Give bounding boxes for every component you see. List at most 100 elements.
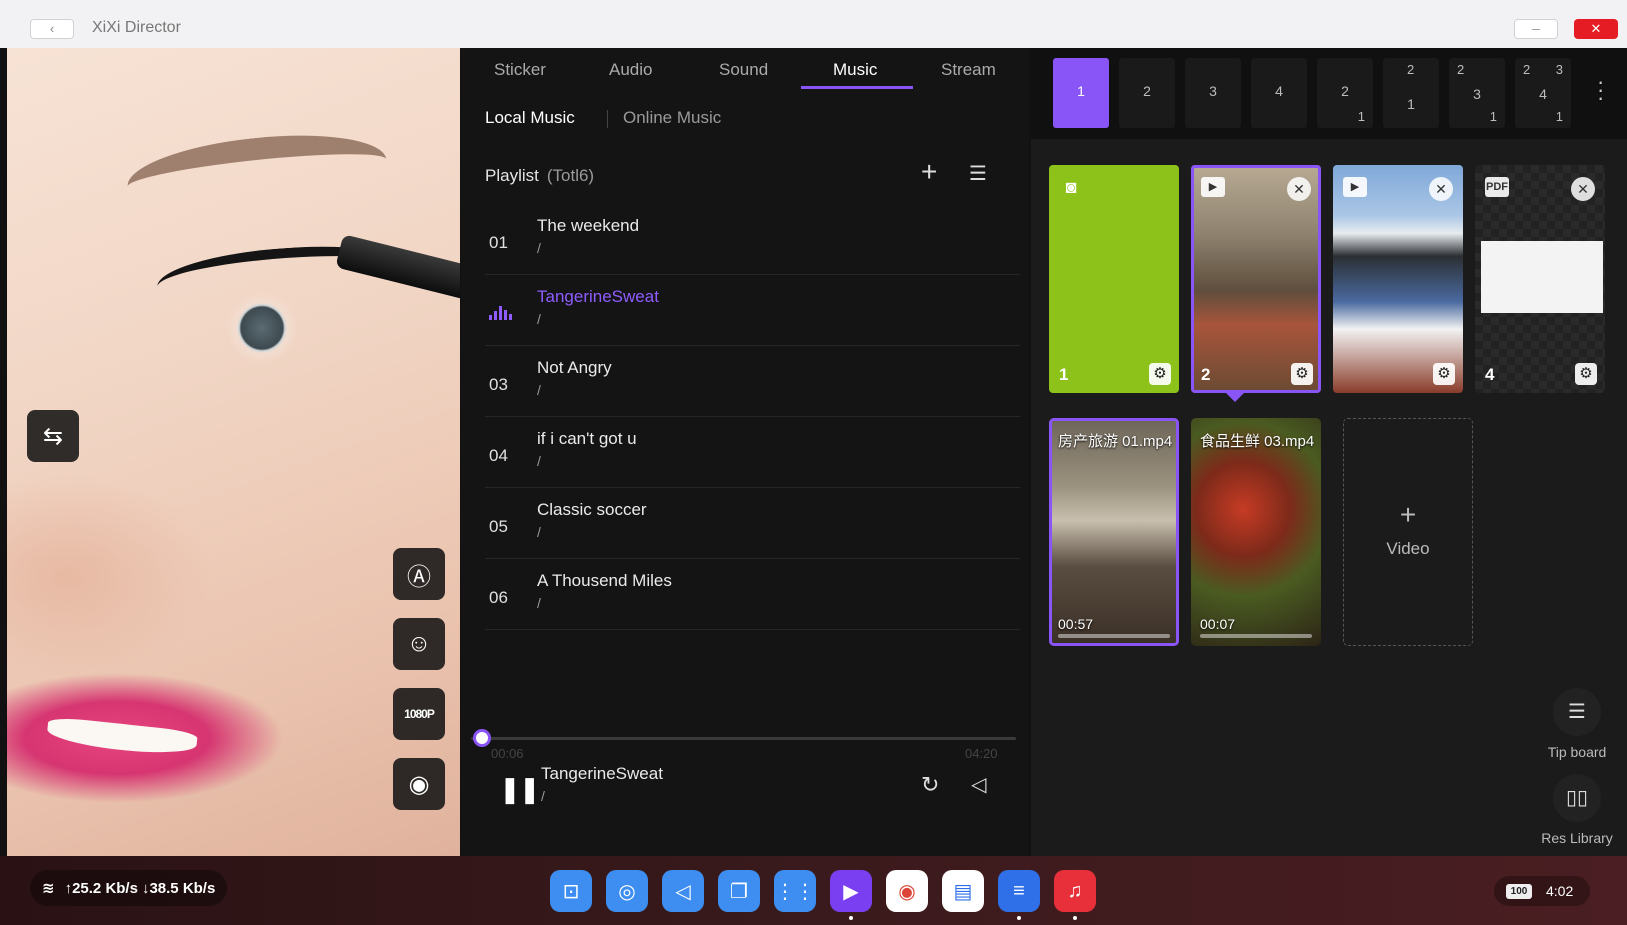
docs-app[interactable]: ≡ <box>998 870 1040 912</box>
track-title: Not Angry <box>537 358 612 377</box>
loop-one-button[interactable]: ↻ <box>921 772 939 798</box>
filter-button[interactable]: ☺ <box>393 618 445 670</box>
windows-app[interactable]: ❐ <box>718 870 760 912</box>
tab-music[interactable]: Music <box>833 60 877 80</box>
source-index: 4 <box>1485 365 1495 384</box>
chevron-left-icon: ‹ <box>49 21 55 36</box>
source-index: 1 <box>1059 365 1069 384</box>
gear-icon: ⚙ <box>1579 365 1593 382</box>
layout-label: 2 <box>1341 83 1349 99</box>
remove-source-button[interactable]: ✕ <box>1287 177 1311 201</box>
tab-sound[interactable]: Sound <box>719 60 768 80</box>
video-duration: 00:57 <box>1058 616 1094 632</box>
track-row[interactable]: TangerineSweat / <box>485 275 1020 346</box>
source-settings-button[interactable]: ⚙ <box>1149 363 1171 385</box>
source-settings-button[interactable]: ⚙ <box>1433 363 1455 385</box>
camera-icon: ◙ <box>1065 177 1077 197</box>
tab-stream[interactable]: Stream <box>941 60 996 80</box>
close-button[interactable]: ✕ <box>1574 19 1618 39</box>
layout-option-pip[interactable]: 2 1 <box>1317 58 1373 128</box>
track-title: TangerineSweat <box>537 287 659 306</box>
layout-label: 1 <box>1555 109 1563 124</box>
video-icon: ▶ <box>1343 177 1367 197</box>
switch-camera-button[interactable]: ⇆ <box>27 410 79 462</box>
beauty-button[interactable]: Ⓐ <box>393 548 445 600</box>
res-library-button[interactable]: ▯▯ Res Library <box>1527 774 1627 846</box>
music-app[interactable]: ♫ <box>1054 870 1096 912</box>
pause-button[interactable]: ❚❚ <box>499 774 541 805</box>
network-status[interactable]: ≋ ↑25.2 Kb/s ↓38.5 Kb/s <box>30 870 228 906</box>
playback-progress-track[interactable] <box>471 737 1016 740</box>
layout-label: 2 <box>1143 83 1151 99</box>
remove-source-button[interactable]: ✕ <box>1571 177 1595 201</box>
subtab-online-music[interactable]: Online Music <box>623 108 721 128</box>
layout-option-three[interactable]: 2 3 1 <box>1449 58 1505 128</box>
minimize-button[interactable]: – <box>1514 19 1558 39</box>
layout-option-four[interactable]: 2 3 4 1 <box>1515 58 1571 128</box>
source-settings-button[interactable]: ⚙ <box>1291 363 1313 385</box>
source-settings-button[interactable]: ⚙ <box>1575 363 1597 385</box>
source-card-camera[interactable]: ◙ 1 ⚙ <box>1049 165 1179 393</box>
track-artist: / <box>537 524 541 540</box>
director-icon: ▶ <box>843 880 859 903</box>
add-video-button[interactable]: + Video <box>1343 418 1473 646</box>
director-app[interactable]: ▶ <box>830 870 872 912</box>
res-library-label: Res Library <box>1541 830 1613 846</box>
layout-option-3[interactable]: 3 <box>1185 58 1241 128</box>
screenshot-icon: ⊡ <box>562 880 580 903</box>
source-card-video-building[interactable]: ▶ ✕ ⚙ <box>1333 165 1463 393</box>
chrome-icon: ◉ <box>898 880 916 903</box>
elapsed-time: 00:06 <box>491 746 524 761</box>
minus-icon: – <box>1532 20 1540 36</box>
track-row[interactable]: 01 The weekend / <box>485 204 1020 275</box>
back-app[interactable]: ◁ <box>662 870 704 912</box>
layout-option-1[interactable]: 1 <box>1053 58 1109 128</box>
track-artist: / <box>537 382 541 398</box>
more-vertical-icon: · · · <box>1597 69 1605 110</box>
source-card-pdf[interactable]: PDF ✕ 4 ⚙ <box>1475 165 1605 393</box>
video-card[interactable]: 食品生鲜 03.mp4 00:07 <box>1191 418 1321 646</box>
tab-sticker[interactable]: Sticker <box>494 60 546 80</box>
repeat-one-icon: ↻ <box>921 772 940 797</box>
playback-progress-handle[interactable] <box>475 732 488 744</box>
volume-button[interactable]: ◁ <box>971 772 986 797</box>
tip-board-button[interactable]: ☰ Tip board <box>1527 688 1627 760</box>
add-track-button[interactable]: + <box>921 156 937 188</box>
track-artist: / <box>537 311 541 327</box>
brush-icon: Ⓐ <box>407 563 431 591</box>
layout-label: 1 <box>1077 83 1085 99</box>
download-speed: ↓38.5 Kb/s <box>141 879 216 897</box>
record-button[interactable]: ◉ <box>393 758 445 810</box>
track-row[interactable]: 05 Classic soccer / <box>485 488 1020 559</box>
camera-preview[interactable]: ⇆ Ⓐ ☺ 1080P ◉ <box>7 48 460 856</box>
tab-audio[interactable]: Audio <box>609 60 652 80</box>
back-button[interactable]: ‹ <box>30 19 74 39</box>
subtab-local-music[interactable]: Local Music <box>485 108 575 128</box>
launcher-app[interactable]: ⋮⋮ <box>774 870 816 912</box>
wifi-icon: ≋ <box>42 880 55 897</box>
layout-option-4[interactable]: 4 <box>1251 58 1307 128</box>
source-card-video-room[interactable]: ▶ ✕ 2 ⚙ <box>1191 165 1321 393</box>
screenshot-app[interactable]: ⊡ <box>550 870 592 912</box>
track-title: The weekend <box>537 216 640 235</box>
remove-source-button[interactable]: ✕ <box>1429 177 1453 201</box>
download-speed-value: 38.5 Kb/s <box>149 879 216 897</box>
title-bar: ‹ XiXi Director – ✕ <box>0 0 1627 48</box>
layout-option-split[interactable]: 2 1 <box>1383 58 1439 128</box>
track-row[interactable]: 04 if i can't got u / <box>485 417 1020 488</box>
status-tray[interactable]: 100 4:02 <box>1494 876 1590 906</box>
notes-app[interactable]: ▤ <box>942 870 984 912</box>
track-row[interactable]: 06 A Thousend Miles / <box>485 559 1020 630</box>
more-options-button[interactable]: · · · <box>1597 71 1604 109</box>
layout-option-2[interactable]: 2 <box>1119 58 1175 128</box>
resolution-button[interactable]: 1080P <box>393 688 445 740</box>
layout-label: 1 <box>1357 109 1365 124</box>
video-card[interactable]: 房产旅游 01.mp4 00:57 <box>1049 418 1179 646</box>
scan-app[interactable]: ◎ <box>606 870 648 912</box>
chrome-app[interactable]: ◉ <box>886 870 928 912</box>
gear-icon: ⚙ <box>1153 365 1167 382</box>
layout-label: 2 <box>1457 62 1465 77</box>
track-row[interactable]: 03 Not Angry / <box>485 346 1020 417</box>
sort-playlist-button[interactable]: ☰ <box>969 161 987 186</box>
record-icon: ◉ <box>408 770 430 798</box>
